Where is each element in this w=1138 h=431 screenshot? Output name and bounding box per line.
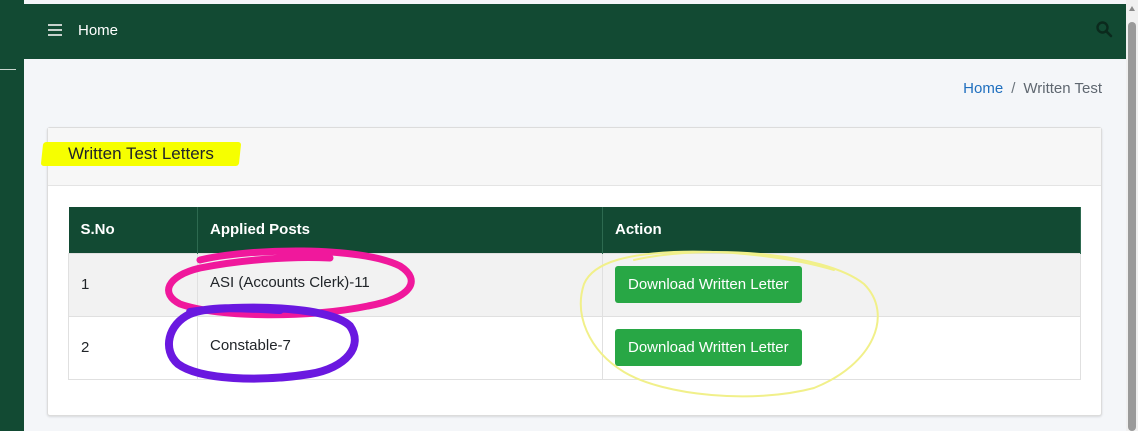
- scrollbar-thumb[interactable]: [1128, 22, 1136, 431]
- breadcrumb-current: Written Test: [1023, 80, 1102, 97]
- breadcrumb: Home / Written Test: [963, 80, 1102, 97]
- cell-action: Download Written Letter: [602, 315, 1081, 380]
- scroll-up-icon[interactable]: [1129, 6, 1135, 11]
- sidebar: [0, 0, 24, 431]
- written-test-card: Written Test Letters S.No Applied Posts …: [40, 127, 1102, 416]
- column-header-applied-posts: Applied Posts: [197, 207, 603, 253]
- card-title: Written Test Letters: [68, 144, 214, 163]
- post-name: Constable-7: [210, 337, 291, 354]
- table-header-row: S.No Applied Posts Action: [68, 207, 1081, 253]
- breadcrumb-separator: /: [1011, 80, 1016, 97]
- cell-sno: 2: [68, 315, 198, 380]
- cell-sno: 1: [68, 252, 198, 317]
- download-written-letter-button[interactable]: Download Written Letter: [615, 329, 802, 366]
- cell-applied-post: ASI (Accounts Clerk)-11: [197, 252, 603, 317]
- search-icon[interactable]: [1095, 20, 1113, 38]
- table-row: 2 Constable-7 Download Written Letter: [68, 315, 1081, 380]
- hamburger-menu-icon[interactable]: [48, 24, 62, 36]
- cell-applied-post: Constable-7: [197, 315, 603, 380]
- table-row: 1 ASI (Accounts Clerk)-11 Download Writt…: [68, 252, 1081, 317]
- breadcrumb-home-link[interactable]: Home: [963, 80, 1003, 97]
- download-written-letter-button[interactable]: Download Written Letter: [615, 266, 802, 303]
- sidebar-divider: [0, 69, 16, 70]
- card-header: Written Test Letters: [40, 128, 1101, 186]
- post-name: ASI (Accounts Clerk)-11: [210, 274, 370, 291]
- top-navbar: Home: [24, 4, 1126, 59]
- navbar-home-link[interactable]: Home: [78, 22, 118, 39]
- applied-posts-table: S.No Applied Posts Action 1 ASI (Account…: [68, 207, 1081, 380]
- vertical-scrollbar[interactable]: [1126, 0, 1138, 431]
- cell-action: Download Written Letter: [602, 252, 1081, 317]
- column-header-action: Action: [602, 207, 1081, 253]
- column-header-sno: S.No: [68, 207, 198, 253]
